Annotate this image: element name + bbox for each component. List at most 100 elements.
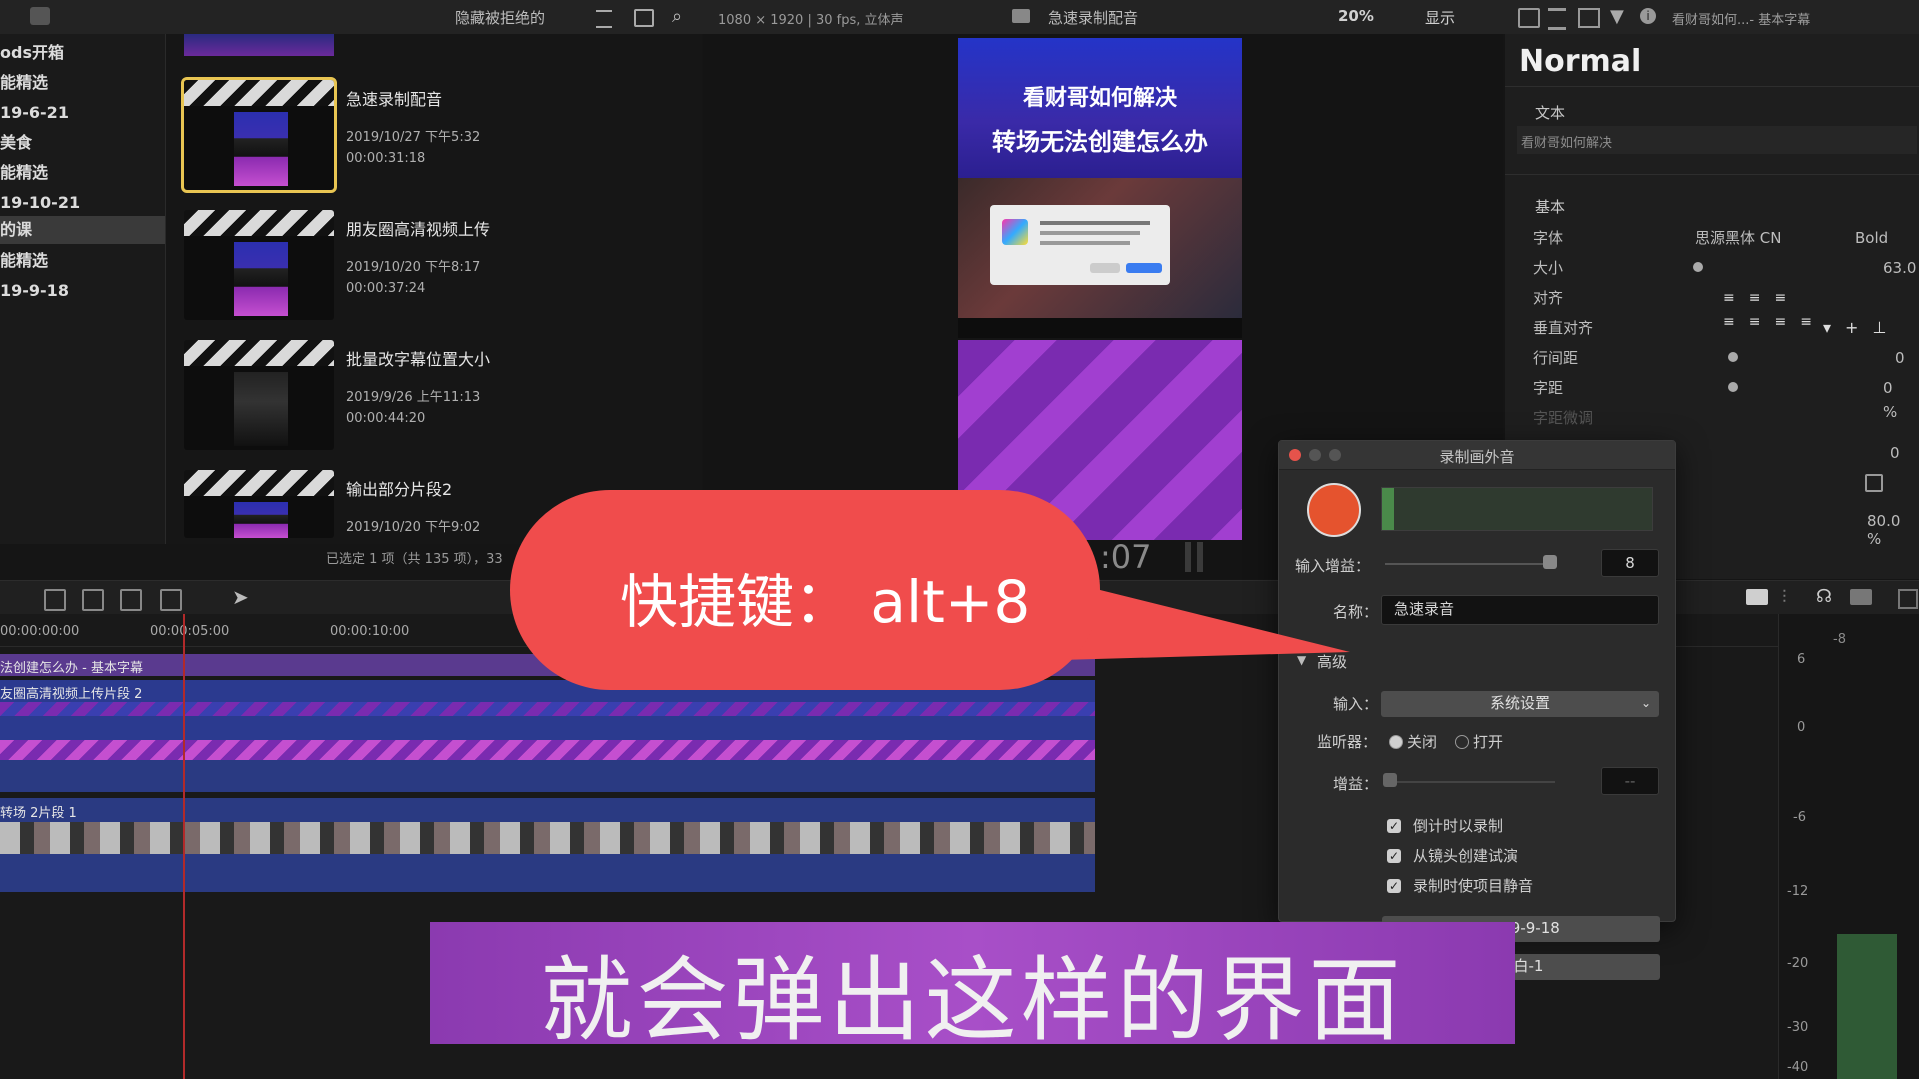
gain-slider-knob[interactable] xyxy=(1383,773,1397,787)
selection-status: 已选定 1 项（共 135 项），33 xyxy=(326,552,503,567)
font-family-select[interactable]: 思源黑体 CN xyxy=(1695,226,1781,250)
clip-title[interactable]: 批量改字幕位置大小 xyxy=(346,346,490,370)
clip-title[interactable]: 输出部分片段2 xyxy=(346,476,452,500)
line-spacing-knob[interactable] xyxy=(1728,352,1738,362)
clip-title[interactable]: 朋友圈高清视频上传 xyxy=(346,216,490,240)
clip-title[interactable]: 急速录制配音 xyxy=(346,86,442,110)
clip-filmstrip xyxy=(0,702,1095,716)
monitor-on-radio[interactable] xyxy=(1455,735,1469,749)
disclosure-triangle-icon[interactable]: ▼ xyxy=(1297,653,1306,667)
list-view-icon[interactable] xyxy=(596,10,612,28)
color-tab-icon[interactable]: ▼ xyxy=(1610,6,1624,27)
timeline-options-icon[interactable] xyxy=(1898,589,1918,609)
storyline-clip-label: 转场 2片段 1 xyxy=(0,806,77,821)
clip-filmstrip xyxy=(0,822,1095,854)
meter-label: -8 xyxy=(1833,632,1846,647)
monitor-label: 监听器： xyxy=(1317,733,1378,751)
sidebar-item[interactable]: 19-10-21 xyxy=(0,190,165,216)
video-title-card: 看财哥如何解决 转场无法创建怎么办 xyxy=(958,38,1242,178)
title-clip-label: 法创建怎么办 - 基本字幕 xyxy=(0,661,143,676)
clapper-icon xyxy=(184,470,334,496)
sidebar-item[interactable]: 19-6-21 xyxy=(0,100,165,126)
gain-slider-track[interactable] xyxy=(1385,781,1555,783)
monitor-off-radio[interactable] xyxy=(1389,735,1403,749)
vertical-alignment-row: 垂直对齐 ▾+⊥ xyxy=(1533,316,1903,340)
create-auditions-checkbox[interactable]: ✓ xyxy=(1387,849,1401,863)
input-gain-slider-knob[interactable] xyxy=(1543,555,1557,569)
create-auditions-label: 从镜头创建试演 xyxy=(1413,847,1519,865)
meter-level-bar xyxy=(1837,934,1897,1079)
zoom-menu[interactable]: 20% xyxy=(1338,7,1374,25)
input-gain-value[interactable]: 8 xyxy=(1601,549,1659,577)
snapping-icon[interactable] xyxy=(1850,589,1872,605)
alignment-label: 对齐 xyxy=(1533,289,1564,307)
clip-thumbnail-selected[interactable] xyxy=(181,77,337,193)
size-slider-knob[interactable] xyxy=(1693,262,1703,272)
library-icon[interactable] xyxy=(30,7,50,25)
clip-thumbnail-partial[interactable] xyxy=(184,34,334,56)
size-value[interactable]: 63.0 xyxy=(1883,256,1916,280)
inspector-percent-value[interactable]: 80.0 % xyxy=(1867,512,1919,548)
timeline-tick: 00:00:10:00 xyxy=(330,624,410,639)
select-tool-icon[interactable]: ➤ xyxy=(232,585,249,609)
clip-thumbnail[interactable] xyxy=(184,340,334,450)
countdown-checkbox[interactable]: ✓ xyxy=(1387,819,1401,833)
gain-label: 增益： xyxy=(1333,775,1379,793)
clip-date: 2019/9/26 上午11:13 xyxy=(346,390,481,405)
line-spacing-value[interactable]: 0 xyxy=(1895,346,1905,370)
sidebar-item-selected[interactable]: 的课 xyxy=(0,216,165,244)
inspector-title: 看财哥如何...- 基本字幕 xyxy=(1672,13,1811,28)
playhead[interactable] xyxy=(183,614,185,1079)
display-menu[interactable]: 显示 xyxy=(1425,7,1455,28)
hide-rejected-filter[interactable]: 隐藏被拒绝的 xyxy=(455,7,545,28)
skimming-icon[interactable] xyxy=(1746,589,1768,605)
vertical-alignment-buttons[interactable]: ▾+⊥ xyxy=(1823,316,1900,340)
sidebar-item[interactable]: 能精选 xyxy=(0,248,165,274)
video-clip[interactable] xyxy=(0,740,1095,760)
video-scrub-bar[interactable] xyxy=(958,318,1242,338)
input-source-select[interactable]: 系统设置 ⌄ xyxy=(1381,691,1659,717)
filmstrip-view-icon[interactable] xyxy=(634,9,654,27)
kerning-label: 字距微调 xyxy=(1533,409,1594,427)
primary-storyline-clip[interactable]: 转场 2片段 1 xyxy=(0,798,1095,892)
clip-thumbnail[interactable] xyxy=(184,470,334,538)
meter-label: -12 xyxy=(1787,884,1809,899)
inspector-value[interactable]: 0 xyxy=(1890,444,1900,462)
text-style-name[interactable]: Normal xyxy=(1519,44,1641,79)
monitor-on-label: 打开 xyxy=(1473,733,1504,751)
audio-meter: -8 6 0 -6 -12 -20 -30 -40 xyxy=(1778,614,1919,1079)
append-clip-icon[interactable] xyxy=(120,589,142,611)
gain-value[interactable]: -- xyxy=(1601,767,1659,795)
clip-thumbnail[interactable] xyxy=(184,210,334,320)
name-label: 名称： xyxy=(1333,603,1379,621)
audio-skimming-icon[interactable]: ⫶ xyxy=(1782,587,1787,608)
sidebar-item[interactable]: ods开箱 xyxy=(0,40,165,66)
input-gain-slider-track[interactable] xyxy=(1385,563,1555,565)
font-weight-select[interactable]: Bold xyxy=(1855,226,1888,250)
overwrite-clip-icon[interactable] xyxy=(160,589,182,611)
sidebar-item[interactable]: 19-9-18 xyxy=(0,278,165,304)
name-input[interactable]: 急速录音 xyxy=(1381,595,1659,625)
audio-clip[interactable] xyxy=(0,760,1095,792)
headphones-icon[interactable]: ☊ xyxy=(1816,586,1832,607)
sidebar-item[interactable]: 能精选 xyxy=(0,160,165,186)
meter-label: -30 xyxy=(1787,1020,1809,1035)
mute-project-checkbox[interactable]: ✓ xyxy=(1387,879,1401,893)
info-icon[interactable]: i xyxy=(1640,8,1656,24)
connect-clip-icon[interactable] xyxy=(44,589,66,611)
inspector-checkbox[interactable] xyxy=(1865,474,1883,492)
tracking-knob[interactable] xyxy=(1728,382,1738,392)
text-value-field[interactable]: 看财哥如何解决 xyxy=(1517,126,1917,154)
text-tab-icon[interactable] xyxy=(1548,8,1566,30)
insert-clip-icon[interactable] xyxy=(82,589,104,611)
dialog-cancel-button xyxy=(1090,263,1120,273)
search-icon[interactable]: ⌕ xyxy=(672,6,682,27)
advanced-label[interactable]: 高级 xyxy=(1317,651,1347,672)
video-tab-icon[interactable] xyxy=(1578,8,1600,28)
inspector-tab-icon[interactable] xyxy=(1518,8,1540,28)
sidebar-item[interactable]: 美食 xyxy=(0,130,165,156)
record-button[interactable] xyxy=(1307,483,1361,537)
dialog-title: 录制画外音 xyxy=(1439,448,1515,466)
divider xyxy=(1505,86,1919,87)
sidebar-item[interactable]: 能精选 xyxy=(0,70,165,96)
